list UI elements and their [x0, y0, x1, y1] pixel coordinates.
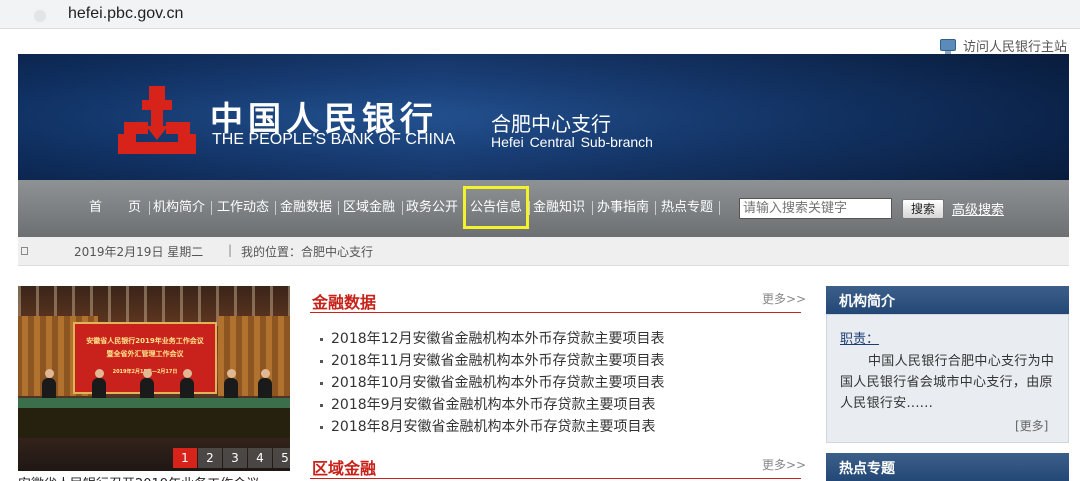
- nav-divider: [529, 201, 530, 215]
- org-intro-header[interactable]: 机构简介: [826, 286, 1069, 314]
- nav-divider: [338, 201, 339, 215]
- monitor-icon: [940, 39, 956, 54]
- main-nav: 首 页 机构简介 工作动态 金融数据 区域金融 政务公开 公告信息 金融知识 办…: [18, 180, 1069, 237]
- slide-dot[interactable]: 1: [173, 448, 197, 468]
- main-site-link[interactable]: 访问人民银行主站: [940, 36, 1067, 55]
- news-slideshow[interactable]: 安徽省人民银行2019年业务工作会议 暨全省外汇管理工作会议 2019年2月15…: [18, 286, 290, 471]
- finance-data-title[interactable]: 金融数据: [312, 289, 376, 313]
- section-divider: [310, 478, 801, 479]
- list-item[interactable]: 2018年12月安徽省金融机构本外币存贷款主要项目表: [320, 328, 664, 348]
- breadcrumb: 我的位置：合肥中心支行: [241, 245, 374, 259]
- list-item[interactable]: 2018年8月安徽省金融机构本外币存贷款主要项目表: [320, 416, 656, 436]
- bank-name-en: THE PEOPLE'S BANK OF CHINA: [212, 131, 456, 148]
- pbc-logo-icon: [118, 86, 196, 154]
- list-item[interactable]: 2018年11月安徽省金融机构本外币存贷款主要项目表: [320, 350, 664, 370]
- screen-title: 安徽省人民银行2019年业务工作会议: [86, 337, 204, 345]
- nav-divider: [655, 201, 656, 215]
- advanced-search-link[interactable]: 高级搜索: [952, 199, 1004, 218]
- nav-item-finance-knowledge[interactable]: 金融知识: [533, 199, 585, 217]
- current-date: 2019年2月19日 星期二: [74, 245, 204, 259]
- site-info-icon[interactable]: [34, 10, 46, 22]
- nav-item-hot-topics[interactable]: 热点专题: [661, 199, 713, 217]
- date-breadcrumb-bar: 2019年2月19日 星期二 | 我的位置：合肥中心支行: [18, 237, 1069, 266]
- slide-dot[interactable]: 3: [223, 448, 247, 468]
- section-divider: [310, 312, 801, 313]
- nav-item-service-guide[interactable]: 办事指南: [597, 199, 649, 217]
- regional-more-link[interactable]: 更多>>: [762, 456, 806, 473]
- square-icon: [21, 247, 28, 255]
- nav-item-gov-affairs[interactable]: 政务公开: [406, 199, 458, 217]
- slide-dot[interactable]: 2: [198, 448, 222, 468]
- org-intro-text: 中国人民银行合肥中心支行为中国人民银行省会城市中心支行，由原人民银行安.....…: [840, 354, 1055, 411]
- nav-item-work-news[interactable]: 工作动态: [217, 199, 269, 217]
- slideshow-caption[interactable]: 安徽省人民银行召开2019年业务工作会议: [18, 473, 290, 481]
- url-text[interactable]: hefei.pbc.gov.cn: [68, 5, 183, 23]
- nav-item-org-intro[interactable]: 机构简介: [153, 199, 205, 217]
- nav-item-regional-finance[interactable]: 区域金融: [343, 199, 395, 217]
- regional-finance-title[interactable]: 区域金融: [312, 455, 376, 479]
- nav-divider: [211, 201, 212, 215]
- nav-item-home[interactable]: 首 页: [89, 199, 141, 217]
- hot-topics-header[interactable]: 热点专题: [826, 453, 1069, 481]
- nav-divider: [402, 201, 403, 215]
- highlight-box: [463, 186, 529, 229]
- breadcrumb-separator: |: [228, 243, 233, 257]
- browser-address-bar: hefei.pbc.gov.cn: [0, 0, 1080, 29]
- search-input[interactable]: [739, 198, 892, 219]
- list-item[interactable]: 2018年10月安徽省金融机构本外币存贷款主要项目表: [320, 372, 664, 392]
- nav-divider: [719, 201, 720, 215]
- slide-dot[interactable]: 5: [273, 448, 290, 468]
- org-intro-more-link[interactable]: [更多]: [1015, 417, 1048, 434]
- finance-more-link[interactable]: 更多>>: [762, 290, 806, 307]
- header-banner: 中国人民银行 THE PEOPLE'S BANK OF CHINA 合肥中心支行…: [18, 54, 1069, 180]
- nav-divider: [592, 201, 593, 215]
- main-site-link-label[interactable]: 访问人民银行主站: [963, 36, 1067, 55]
- slideshow-pager: 1 2 3 4 5: [173, 448, 290, 468]
- nav-divider: [149, 201, 150, 215]
- nav-item-finance-data[interactable]: 金融数据: [280, 199, 332, 217]
- nav-divider: [275, 201, 276, 215]
- list-item[interactable]: 2018年9月安徽省金融机构本外币存贷款主要项目表: [320, 394, 656, 414]
- duty-label[interactable]: 职责：: [840, 328, 879, 347]
- branch-name-en: Hefei Central Sub-branch: [491, 134, 653, 150]
- search-button[interactable]: 搜索: [902, 199, 944, 219]
- slide-dot[interactable]: 4: [248, 448, 272, 468]
- branch-name-cn: 合肥中心支行: [491, 112, 611, 136]
- screen-subtitle: 暨全省外汇管理工作会议: [106, 350, 184, 358]
